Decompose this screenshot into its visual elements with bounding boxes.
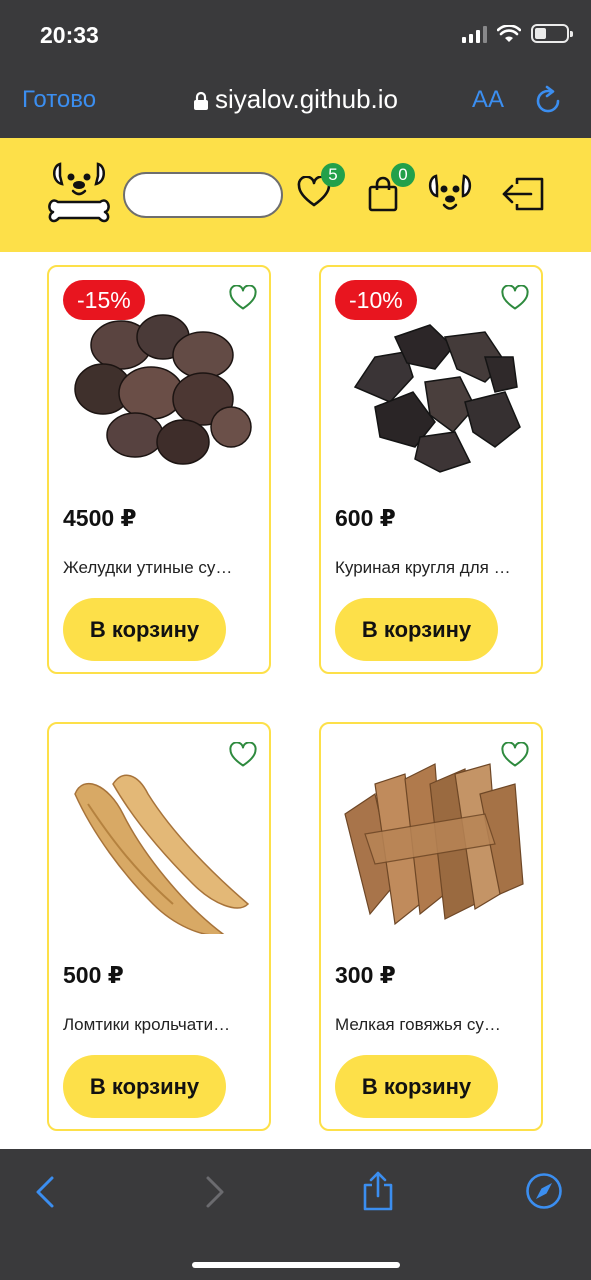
product-name[interactable]: Ломтики крольчати… <box>63 1015 257 1035</box>
share-icon[interactable] <box>360 1170 396 1212</box>
product-price: 4500 ₽ <box>63 505 137 531</box>
product-image-rabbit-slices <box>74 774 250 934</box>
product-image-beef-strips <box>344 763 524 926</box>
add-to-cart-button[interactable]: В корзину <box>335 598 498 661</box>
browser-top-bar <box>0 0 591 138</box>
discount-badge: -15% <box>63 280 145 320</box>
product-name[interactable]: Куриная кругля для … <box>335 558 529 578</box>
discount-badge: -10% <box>335 280 417 320</box>
heart-icon[interactable] <box>501 742 529 768</box>
battery-icon <box>531 24 573 43</box>
heart-icon[interactable] <box>501 285 529 311</box>
add-to-cart-button[interactable]: В корзину <box>63 598 226 661</box>
home-indicator <box>192 1262 400 1268</box>
product-name[interactable]: Мелкая говяжья су… <box>335 1015 529 1035</box>
text-size-label: AA <box>472 86 505 113</box>
status-icons <box>462 24 573 43</box>
heart-icon[interactable] <box>229 742 257 768</box>
wifi-icon <box>497 24 521 42</box>
search-input[interactable] <box>123 172 283 218</box>
cellular-signal-icon <box>462 25 487 43</box>
dog-bone-logo-icon[interactable] <box>44 160 114 226</box>
browser-bottom-toolbar <box>0 1149 591 1280</box>
product-card[interactable]: 500 ₽ Ломтики крольчати… В корзину <box>47 722 271 1131</box>
product-card[interactable]: 300 ₽ Мелкая говяжья су… В корзину <box>319 722 543 1131</box>
product-name[interactable]: Желудки утиные су… <box>63 558 257 578</box>
lock-icon <box>193 92 208 111</box>
add-to-cart-button[interactable]: В корзину <box>63 1055 226 1118</box>
forward-arrow-icon[interactable] <box>200 1174 228 1210</box>
heart-icon[interactable] <box>229 285 257 311</box>
cart-count-badge: 0 <box>391 163 415 187</box>
product-price: 600 ₽ <box>335 505 396 531</box>
product-image-duck-stomachs <box>74 314 252 465</box>
dog-face-icon[interactable] <box>428 172 472 218</box>
logout-icon[interactable] <box>501 176 545 212</box>
product-image-chicken <box>353 324 521 473</box>
text-size-button[interactable]: AA <box>472 86 504 114</box>
compass-icon[interactable] <box>525 1172 563 1210</box>
url-text: siyalov.github.io <box>214 84 399 114</box>
product-card[interactable]: -15% 4500 ₽ Желудки утиные су… В корзину <box>47 265 271 674</box>
product-price: 500 ₽ <box>63 962 124 988</box>
back-arrow-icon[interactable] <box>32 1174 60 1210</box>
status-time: 20:33 <box>40 22 99 48</box>
add-to-cart-button[interactable]: В корзину <box>335 1055 498 1118</box>
reload-icon[interactable] <box>533 84 563 116</box>
favorites-count-badge: 5 <box>321 163 345 187</box>
product-card[interactable]: -10% 600 ₽ Куриная кругля для … В корзин… <box>319 265 543 674</box>
product-price: 300 ₽ <box>335 962 396 988</box>
